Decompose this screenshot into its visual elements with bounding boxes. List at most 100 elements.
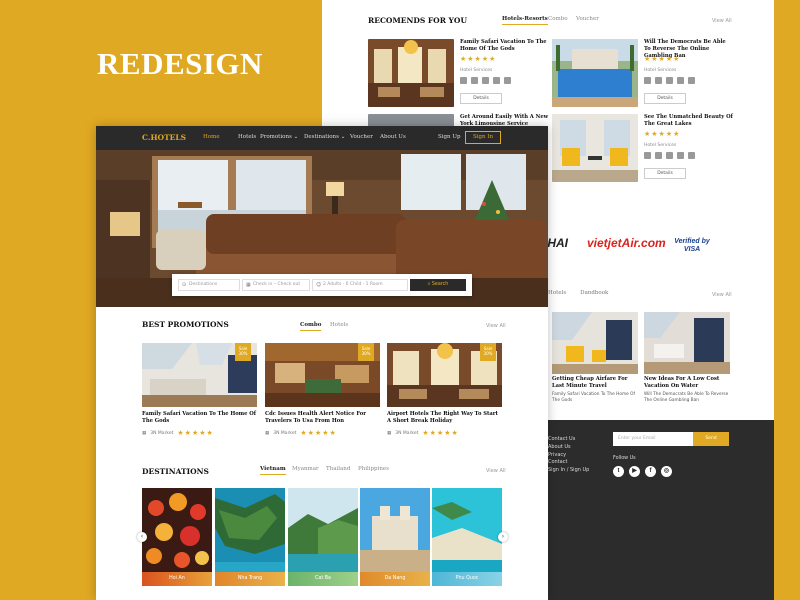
back-view-all-link[interactable]: View All bbox=[712, 292, 732, 298]
search-button[interactable]: ⌕ Search bbox=[410, 279, 466, 291]
destination-card[interactable]: Nha Trang bbox=[215, 488, 285, 586]
tab-thailand[interactable]: Thailand bbox=[326, 466, 350, 472]
nav-about-us[interactable]: About Us bbox=[380, 134, 406, 140]
promo-card[interactable]: Getting Cheap Airfare For Last Minute Tr… bbox=[552, 312, 638, 404]
recommend-card[interactable]: Family Safari Vacation To The Home Of Th… bbox=[368, 39, 548, 109]
service-icon bbox=[504, 77, 511, 84]
service-icon bbox=[644, 152, 651, 159]
chevron-right-icon[interactable]: › bbox=[498, 532, 508, 542]
search-bar: ⊙ Destinations ▦ Check in – Check out ☺ 2 A… bbox=[172, 274, 472, 296]
tab-vietnam[interactable]: Vietnam bbox=[260, 466, 286, 475]
chevron-left-icon[interactable]: ‹ bbox=[137, 532, 147, 542]
destination-card[interactable]: Hoi An bbox=[142, 488, 212, 586]
tab-hotels[interactable]: Hotels bbox=[548, 290, 566, 296]
service-icon bbox=[677, 77, 684, 84]
instagram-icon[interactable]: ◎ bbox=[661, 466, 672, 477]
promo-card[interactable]: New Ideas For A Low Cost Vacation On Wat… bbox=[644, 312, 730, 404]
facebook-icon[interactable]: f bbox=[645, 466, 656, 477]
sale-badge: Sale 30% bbox=[235, 343, 251, 361]
destinations-view-all-link[interactable]: View All bbox=[486, 468, 506, 474]
tab-myanmar[interactable]: Myanmar bbox=[292, 466, 319, 472]
service-icon bbox=[644, 77, 651, 84]
service-icon bbox=[471, 77, 478, 84]
promo-subtitle: Will The Democrats Be Able To Reverse Th… bbox=[644, 392, 729, 403]
footer-link[interactable]: Contact bbox=[548, 459, 589, 467]
promotions-view-all-link[interactable]: View All bbox=[486, 323, 506, 329]
redesign-headline: REDESIGN bbox=[97, 46, 263, 81]
tab-combo[interactable]: Combo bbox=[300, 322, 322, 331]
nav-voucher[interactable]: Voucher bbox=[350, 134, 373, 140]
tab-voucher[interactable]: Voucher bbox=[576, 16, 599, 22]
sign-up-link[interactable]: Sign Up bbox=[438, 134, 461, 140]
recommends-view-all-link[interactable]: View All bbox=[712, 18, 732, 24]
promotion-title: Airport Hotels The Right Way To Start A … bbox=[387, 411, 498, 424]
details-button[interactable]: Details bbox=[644, 93, 686, 104]
service-icon bbox=[460, 77, 467, 84]
social-icons: t ▶ f ◎ bbox=[613, 466, 672, 477]
destination-label: Da Nang bbox=[360, 572, 430, 586]
partner-logo-vietjet: vietjetAir.com bbox=[587, 236, 666, 250]
service-icon bbox=[482, 77, 489, 84]
rating-stars: ★★★★★ bbox=[177, 429, 214, 437]
send-button[interactable]: Send bbox=[693, 432, 729, 446]
promotion-image: Sale 30% bbox=[142, 343, 257, 407]
nav-destinations[interactable]: Destinations ⌄ bbox=[304, 134, 345, 140]
nav-home[interactable]: Home bbox=[203, 134, 220, 140]
footer-links: Contact Us About Us Privacy Contact Sign… bbox=[548, 436, 589, 475]
footer-link[interactable]: Privacy bbox=[548, 452, 589, 460]
navbar: C.HOTELS Home Hotels Promotions ⌄ Destin… bbox=[96, 126, 548, 150]
tab-dandbook[interactable]: Dandbook bbox=[580, 290, 608, 296]
calendar-icon: ▦ bbox=[265, 430, 270, 436]
destination-field[interactable]: ⊙ Destinations bbox=[178, 279, 240, 291]
footer-link[interactable]: Contact Us bbox=[548, 436, 589, 444]
sale-badge: Sale 30% bbox=[480, 343, 496, 361]
twitter-icon[interactable]: t bbox=[613, 466, 624, 477]
details-button[interactable]: Details bbox=[644, 168, 686, 179]
recommend-card[interactable]: See The Unmatched Beauty Of The Great La… bbox=[552, 114, 733, 184]
rating-stars: ★★★★★ bbox=[460, 55, 497, 63]
calendar-icon: ▦ bbox=[142, 430, 147, 436]
promo-subtitle: Family Safari Vacation To The Home Of Th… bbox=[552, 392, 636, 403]
tab-hotels[interactable]: Hotels bbox=[330, 322, 348, 328]
destination-label: Phu Quoc bbox=[432, 572, 502, 586]
destination-card[interactable]: Cat Ba bbox=[288, 488, 358, 586]
tab-philippines[interactable]: Philippines bbox=[358, 466, 389, 472]
recommend-name: See The Unmatched Beauty Of The Great La… bbox=[644, 114, 733, 127]
destination-card[interactable]: Phu Quoc bbox=[432, 488, 502, 586]
guests-field[interactable]: ☺ 2 Adults · 0 Child · 1 Room bbox=[312, 279, 408, 291]
hotel-room-image bbox=[368, 39, 454, 107]
promotion-title: Cdc Issues Health Alert Notice For Trave… bbox=[265, 411, 366, 424]
footer-link[interactable]: About Us bbox=[548, 444, 589, 452]
service-icon bbox=[677, 152, 684, 159]
email-field[interactable]: Enter your Email bbox=[613, 432, 693, 446]
nav-hotels[interactable]: Hotels bbox=[238, 134, 256, 140]
destination-card[interactable]: Da Nang bbox=[360, 488, 430, 586]
sign-in-button[interactable]: Sign In bbox=[465, 131, 501, 144]
promo-title: Getting Cheap Airfare For Last Minute Tr… bbox=[552, 376, 628, 389]
date-range-field[interactable]: ▦ Check in – Check out bbox=[242, 279, 310, 291]
youtube-icon[interactable]: ▶ bbox=[629, 466, 640, 477]
resort-pool-image bbox=[552, 39, 638, 107]
nav-promotions[interactable]: Promotions ⌄ bbox=[260, 134, 298, 140]
promotion-image: Sale 30% bbox=[265, 343, 380, 407]
back-tabs: Hotels Dandbook bbox=[548, 290, 608, 296]
destination-label: Hoi An bbox=[142, 572, 212, 586]
destination-label: Nha Trang bbox=[215, 572, 285, 586]
logo[interactable]: C.HOTELS bbox=[142, 133, 186, 142]
tab-hotels-resorts[interactable]: Hotels-Resorts bbox=[502, 16, 548, 25]
promotion-image: Sale 30% bbox=[387, 343, 502, 407]
details-button[interactable]: Details bbox=[460, 93, 502, 104]
destinations-title: DESTINATIONS bbox=[142, 467, 209, 476]
tab-combo[interactable]: Combo bbox=[548, 16, 568, 22]
calendar-icon: ▦ bbox=[387, 430, 392, 436]
chevron-down-icon: ⌄ bbox=[293, 134, 299, 140]
promotion-card[interactable]: Sale 30% Family Safari Vacation To The H… bbox=[142, 343, 257, 437]
location-pin-icon: ⊙ bbox=[182, 282, 187, 288]
promotion-card[interactable]: Sale 30% Airport Hotels The Right Way To… bbox=[387, 343, 502, 437]
recommend-card[interactable]: Will The Democrats Be Able To Reverse Th… bbox=[552, 39, 732, 109]
follow-us-label: Follow Us bbox=[613, 456, 636, 461]
hotel-services-label: Hotel Services bbox=[460, 68, 493, 73]
promotion-card[interactable]: Sale 30% Cdc Issues Health Alert Notice … bbox=[265, 343, 380, 437]
footer-link[interactable]: Sign In / Sign Up bbox=[548, 467, 589, 475]
user-icon: ☺ bbox=[316, 282, 322, 288]
